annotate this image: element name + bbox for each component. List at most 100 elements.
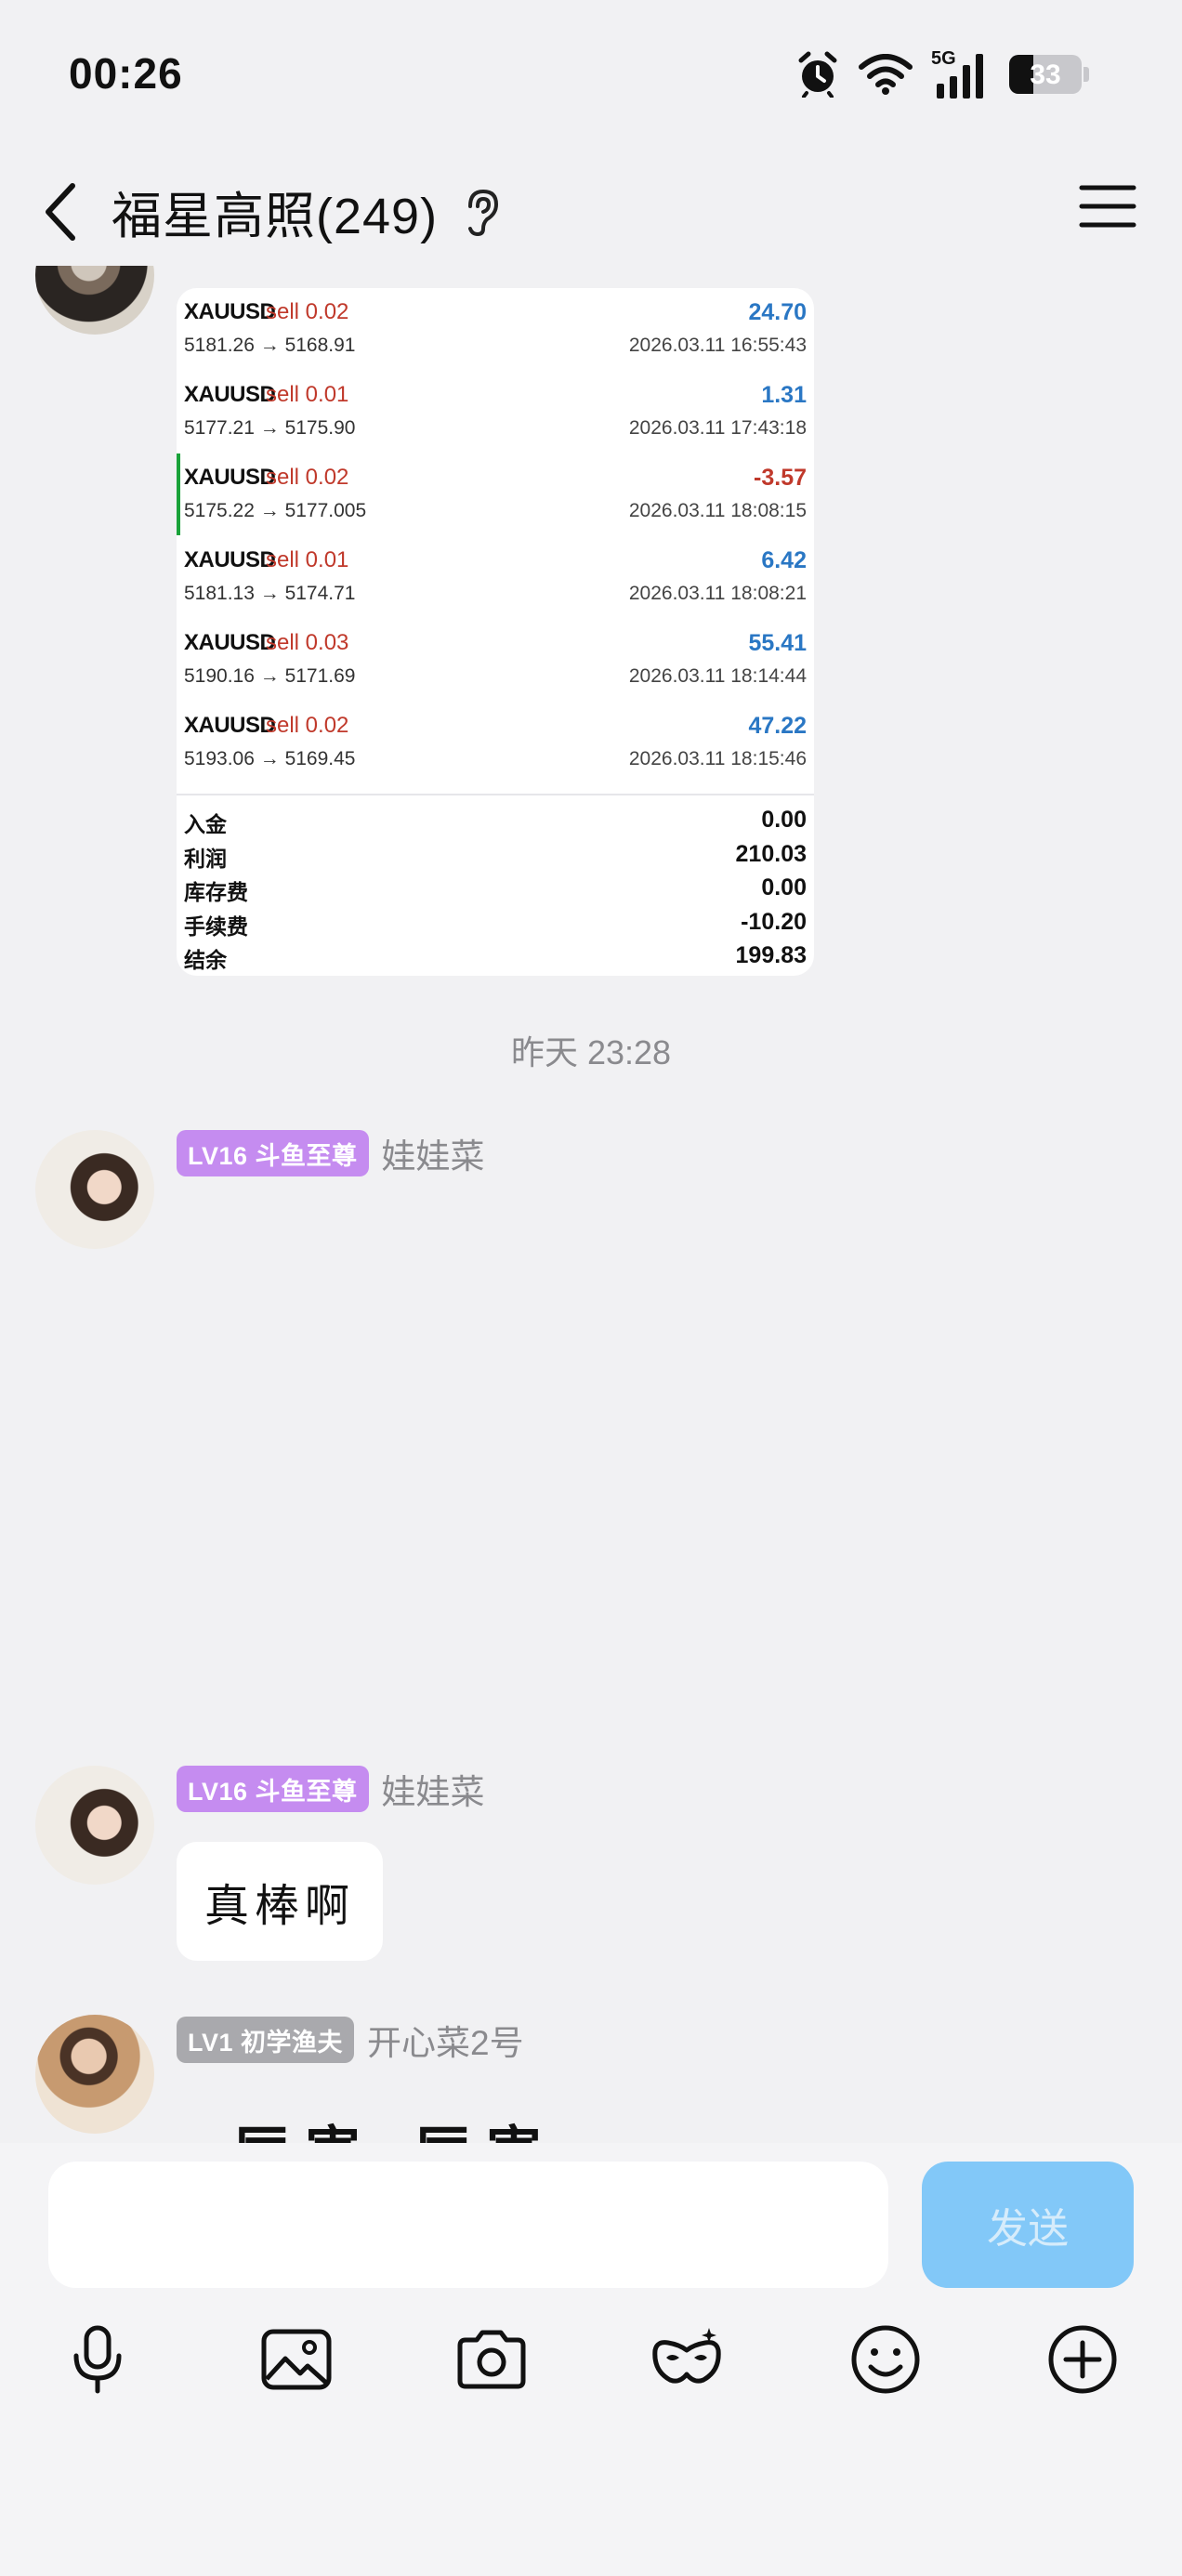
summary-label: 库存费 [184,880,248,904]
back-button[interactable] [32,171,97,245]
summary-label: 结余 [184,948,227,972]
battery-level: 33 [1030,59,1061,90]
sender-line: LV16 斗鱼至尊 娃娃菜 [177,1766,485,1812]
summary-value: 199.83 [735,942,807,968]
summary-row: 结余 199.83 [177,937,814,972]
trade-profit: -3.57 [754,465,807,491]
hamburger-menu-icon [1079,185,1136,228]
summary-row: 利润 210.03 [177,835,814,871]
status-bar: 00:26 5G 33 [0,0,1182,149]
trade-profit: 24.70 [748,299,807,325]
summary-value: 0.00 [761,807,807,833]
sender-name[interactable]: 娃娃菜 [382,1128,485,1178]
trade-row: XAUUSD sell 0.02 5175.22 → 5177.005 -3.5… [177,453,814,535]
trade-side: sell 0.01 [266,547,349,572]
trade-row: XAUUSD sell 0.01 5181.13 → 5174.71 6.42 … [177,536,814,618]
level-badge: LV16 斗鱼至尊 [177,1130,369,1176]
chat-title: 福星高照(249) [112,189,439,244]
trade-date: 2026.03.11 18:14:44 [628,665,807,687]
status-icons: 5G 33 [795,48,1089,100]
trade-row: XAUUSD sell 0.01 5177.21 → 5175.90 1.31 … [177,371,814,453]
more-button[interactable] [1041,2318,1124,2401]
trade-profit: 55.41 [748,630,807,656]
wifi-icon [859,54,913,95]
mask-icon [652,2328,721,2384]
emoji-button[interactable] [844,2318,927,2401]
microphone-icon [73,2325,122,2394]
send-button[interactable]: 发送 [922,2162,1134,2288]
summary-value: -10.20 [741,908,807,935]
level-badge: LV1 初学渔夫 [177,2017,355,2063]
summary-label: 手续费 [184,913,248,939]
summary-value: 0.00 [761,874,807,900]
trade-date: 2026.03.11 16:55:43 [628,335,807,356]
cellular-signal: 5G [931,48,991,100]
message-timestamp: 昨天 23:28 [510,1033,672,1071]
trade-side: sell 0.02 [266,299,349,324]
camera-icon [457,2330,526,2389]
summary-value: 210.03 [735,840,807,867]
trade-date: 2026.03.11 18:15:46 [628,748,807,769]
trade-prices: 5177.21 → 5175.90 [184,417,356,439]
trade-date: 2026.03.11 18:08:21 [628,583,807,604]
trade-report-image[interactable]: XAUUSD sell 0.02 5181.26 → 5168.91 24.70… [177,288,814,976]
trade-row: XAUUSD sell 0.02 5181.26 → 5168.91 24.70… [177,288,814,370]
mask-effects-button[interactable] [645,2318,729,2401]
message-bubble[interactable]: 真棒啊 [177,1842,383,1961]
trade-prices: 5181.13 → 5174.71 [184,583,356,604]
trade-prices: 5175.22 → 5177.005 [184,500,367,521]
trade-profit: 47.22 [748,713,807,739]
trade-side: sell 0.02 [266,713,349,738]
signal-bars-icon [937,54,983,99]
trade-prices: 5193.06 → 5169.45 [184,748,356,769]
menu-button[interactable] [1076,177,1141,236]
trade-symbol: XAUUSD [184,465,276,490]
trade-side: sell 0.02 [266,465,349,490]
trade-profit: 1.31 [761,382,807,408]
trade-prices: 5190.16 → 5171.69 [184,665,356,687]
summary-row: 入金 0.00 [177,801,814,836]
trade-symbol: XAUUSD [184,630,276,655]
avatar[interactable] [35,2015,154,2134]
summary-label: 入金 [184,812,227,836]
earpiece-mode-icon [468,189,499,237]
trade-row: XAUUSD sell 0.02 5193.06 → 5169.45 47.22… [177,702,814,783]
trade-symbol: XAUUSD [184,299,276,324]
battery-indicator: 33 [1009,55,1082,94]
ear-icon[interactable] [459,186,504,238]
voice-button[interactable] [56,2318,139,2401]
trade-prices: 5181.26 → 5168.91 [184,335,356,356]
sender-line: LV1 初学渔夫 开心菜2号 [177,2017,524,2063]
status-time: 00:26 [69,49,183,98]
chat-screen: 00:26 5G 33 福星高照(249) XAUUSD sell 0.02 5… [0,0,1182,2576]
smiley-icon [851,2325,920,2394]
level-badge: LV16 斗鱼至尊 [177,1766,369,1812]
gallery-button[interactable] [255,2318,338,2401]
trade-date: 2026.03.11 18:08:15 [628,500,807,521]
trade-symbol: XAUUSD [184,713,276,738]
trade-profit: 6.42 [761,547,807,573]
chat-header: 福星高照(249) [0,149,1182,266]
trade-side: sell 0.01 [266,382,349,407]
summary-row: 手续费 -10.20 [177,903,814,939]
trade-summary: 入金 0.00 利润 210.03 库存费 0.00 手续费 -10.20 结余… [177,794,814,972]
plus-circle-icon [1048,2325,1117,2394]
battery-nub [1084,67,1089,82]
input-bar: 发送 [0,2143,1182,2576]
trade-symbol: XAUUSD [184,382,276,407]
sender-name[interactable]: 开心菜2号 [367,2015,524,2065]
trade-side: sell 0.03 [266,630,349,655]
camera-button[interactable] [450,2318,533,2401]
avatar[interactable] [35,1766,154,1885]
image-icon [261,2329,332,2390]
sender-name[interactable]: 娃娃菜 [382,1764,485,1814]
summary-row: 库存费 0.00 [177,869,814,904]
sender-line: LV16 斗鱼至尊 娃娃菜 [177,1130,485,1176]
trade-symbol: XAUUSD [184,547,276,572]
message-text: 真棒啊 [204,1880,355,1932]
alarm-icon [798,51,837,98]
avatar[interactable] [35,1130,154,1249]
chevron-left-icon [46,183,75,241]
trade-date: 2026.03.11 17:43:18 [628,417,807,439]
message-input[interactable] [48,2162,888,2288]
